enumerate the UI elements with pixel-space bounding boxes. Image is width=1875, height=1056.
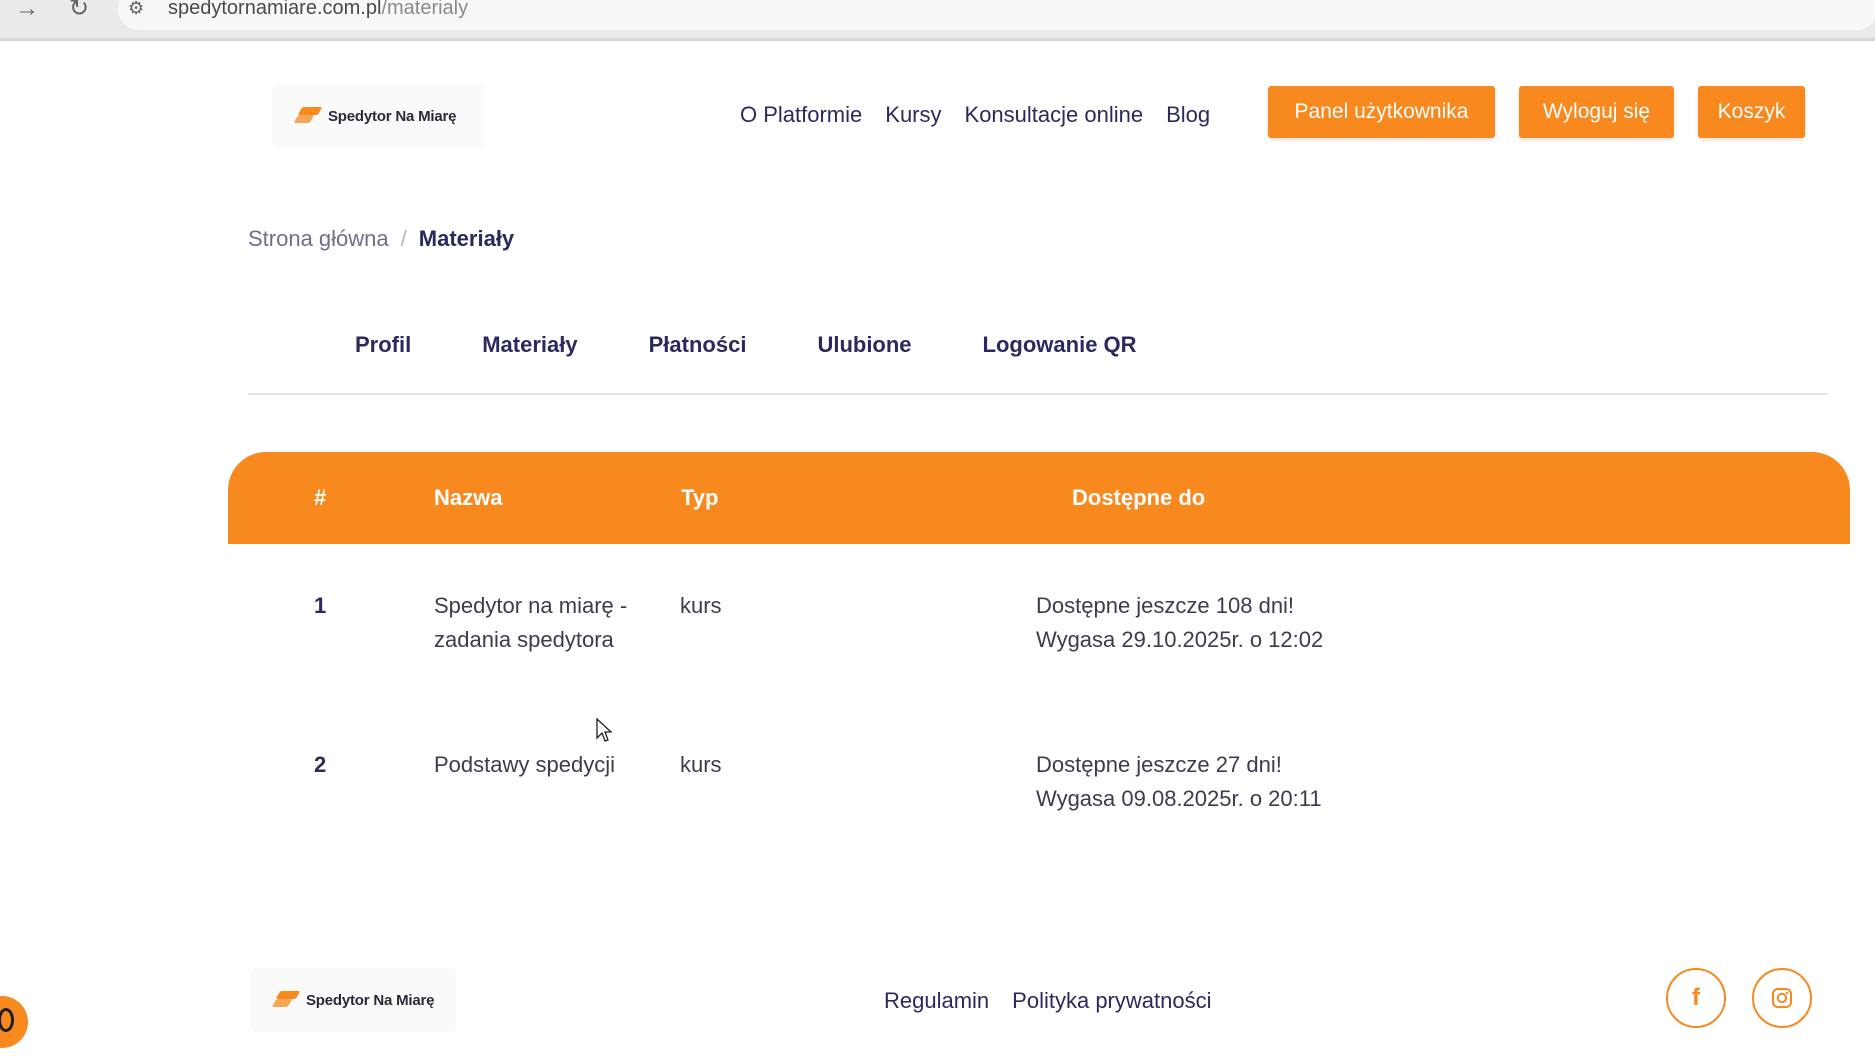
row-name[interactable]: Podstawy spedycji xyxy=(434,748,615,782)
main-nav: O Platformie Kursy Konsultacje online Bl… xyxy=(740,100,1210,130)
nav-konsultacje-online[interactable]: Konsultacje online xyxy=(965,100,1144,130)
column-header-name: Nazwa xyxy=(434,485,503,510)
forward-arrow-icon[interactable]: → xyxy=(12,0,42,21)
site-logo[interactable]: Spedytor Na Miarę xyxy=(272,84,484,148)
facebook-icon[interactable]: f xyxy=(1666,968,1726,1028)
row-availability: Dostępne jeszcze 27 dni! Wygasa 09.08.20… xyxy=(1036,748,1322,816)
instagram-icon[interactable] xyxy=(1752,968,1812,1028)
row-expiry: Wygasa 09.08.2025r. o 20:11 xyxy=(1036,786,1322,811)
tab-platnosci[interactable]: Płatności xyxy=(649,330,747,360)
cart-button[interactable]: Koszyk xyxy=(1698,86,1805,138)
column-header-number: # xyxy=(314,485,327,510)
tabs-divider xyxy=(248,393,1828,395)
reload-icon[interactable]: ↻ xyxy=(64,0,94,21)
tab-profil[interactable]: Profil xyxy=(355,330,411,360)
row-expiry: Wygasa 29.10.2025r. o 12:02 xyxy=(1036,627,1324,652)
row-number: 1 xyxy=(314,593,327,618)
row-days-left: Dostępne jeszcze 27 dni! xyxy=(1036,752,1282,777)
footer-link-regulamin[interactable]: Regulamin xyxy=(884,986,989,1016)
column-header-type: Typ xyxy=(681,485,719,510)
breadcrumb-separator: / xyxy=(400,226,407,251)
footer-link-privacy[interactable]: Polityka prywatności xyxy=(1012,986,1211,1016)
tab-ulubione[interactable]: Ulubione xyxy=(817,330,911,360)
browser-toolbar: → ↻ ⚙ spedytornamiare.com.pl/materialy xyxy=(0,0,1875,41)
breadcrumb-current: Materiały xyxy=(418,226,515,251)
logo-text: Spedytor Na Miarę xyxy=(328,107,457,125)
nav-blog[interactable]: Blog xyxy=(1166,100,1210,130)
breadcrumb: Strona główna / Materiały xyxy=(248,224,514,254)
nav-kursy[interactable]: Kursy xyxy=(885,100,941,130)
url-text[interactable]: spedytornamiare.com.pl/materialy xyxy=(168,0,468,18)
footer-nav: Regulamin Polityka prywatności xyxy=(884,986,1211,1016)
row-days-left: Dostępne jeszcze 108 dni! xyxy=(1036,593,1295,618)
row-name[interactable]: Spedytor na miarę - zadania spedytora xyxy=(434,589,627,657)
instagram-glyph-icon xyxy=(1772,988,1792,1008)
column-header-available: Dostępne do xyxy=(1072,485,1206,510)
breadcrumb-home-link[interactable]: Strona główna xyxy=(248,226,389,251)
row-name-line: Spedytor na miarę - xyxy=(434,593,628,618)
user-panel-button[interactable]: Panel użytkownika xyxy=(1268,86,1495,138)
row-name-line: zadania spedytora xyxy=(434,627,614,652)
row-name-line: Podstawy spedycji xyxy=(434,752,615,777)
footer-logo[interactable]: Spedytor Na Miarę xyxy=(250,968,456,1032)
tab-logowanie-qr[interactable]: Logowanie QR xyxy=(983,330,1137,360)
nav-o-platformie[interactable]: O Platformie xyxy=(740,100,862,130)
chat-widget-icon[interactable] xyxy=(0,996,28,1048)
row-availability: Dostępne jeszcze 108 dni! Wygasa 29.10.2… xyxy=(1036,589,1323,657)
account-tabs: Profil Materiały Płatności Ulubione Logo… xyxy=(355,330,1137,360)
materials-table-header: # Nazwa Typ Dostępne do xyxy=(228,452,1850,544)
logout-button[interactable]: Wyloguj się xyxy=(1519,86,1674,138)
row-type: kurs xyxy=(680,752,722,777)
tab-materialy[interactable]: Materiały xyxy=(482,330,577,360)
logo-mark-icon xyxy=(271,989,301,1011)
footer-logo-text: Spedytor Na Miarę xyxy=(306,991,435,1009)
mouse-cursor-icon xyxy=(596,718,612,742)
row-type: kurs xyxy=(680,593,722,618)
row-number: 2 xyxy=(314,752,327,777)
logo-mark-icon xyxy=(293,105,323,127)
site-settings-icon[interactable]: ⚙ xyxy=(128,0,150,18)
